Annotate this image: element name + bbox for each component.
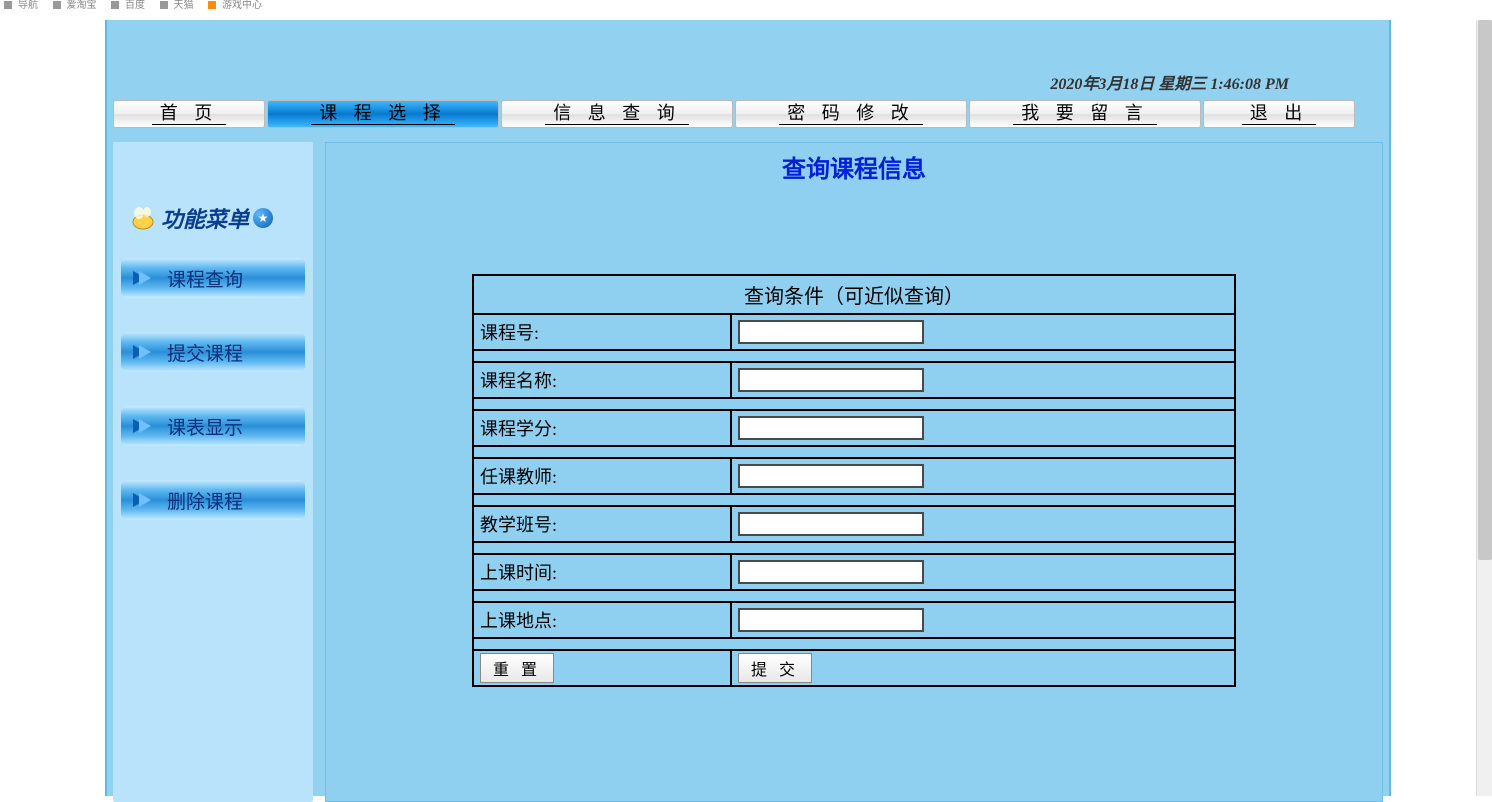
scrollbar[interactable] <box>1476 20 1492 796</box>
arrow-icon <box>131 269 153 287</box>
sidebar-item-label: 删除课程 <box>167 487 243 514</box>
input-course-credit[interactable] <box>738 416 924 440</box>
label-course-no: 课程号: <box>473 314 731 350</box>
header: 2020年3月18日 星期三 1:46:08 PM <box>107 20 1389 100</box>
input-time[interactable] <box>738 560 924 584</box>
label-time: 上课时间: <box>473 554 731 590</box>
label-class-no: 教学班号: <box>473 506 731 542</box>
arrow-icon <box>131 491 153 509</box>
sidebar-item-submit-course[interactable]: 提交课程 <box>121 332 305 372</box>
form-header: 查询条件（可近似查询） <box>473 275 1235 314</box>
label-course-credit: 课程学分: <box>473 410 731 446</box>
label-teacher: 任课教师: <box>473 458 731 494</box>
label-course-name: 课程名称: <box>473 362 731 398</box>
nav-exit[interactable]: 退 出 <box>1203 100 1355 128</box>
sidebar-item-timetable[interactable]: 课表显示 <box>121 406 305 446</box>
main-panel: 查询课程信息 查询条件（可近似查询） 课程号: 课程名称: <box>325 142 1383 802</box>
nav-message[interactable]: 我 要 留 言 <box>969 100 1201 128</box>
input-course-name[interactable] <box>738 368 924 392</box>
page-title: 查询课程信息 <box>326 149 1382 184</box>
sidebar-item-label: 课程查询 <box>167 265 243 292</box>
nav-password-change[interactable]: 密 码 修 改 <box>735 100 967 128</box>
nav-bar: 首 页 课 程 选 择 信 息 查 询 密 码 修 改 我 要 留 言 退 出 <box>107 100 1389 128</box>
nav-info-query[interactable]: 信 息 查 询 <box>501 100 733 128</box>
input-course-no[interactable] <box>738 320 924 344</box>
sidebar: 功能菜单 ★ 课程查询 提交课程 <box>113 142 313 802</box>
arrow-icon <box>131 343 153 361</box>
submit-button[interactable]: 提 交 <box>738 653 812 683</box>
input-place[interactable] <box>738 608 924 632</box>
input-class-no[interactable] <box>738 512 924 536</box>
datetime: 2020年3月18日 星期三 1:46:08 PM <box>1050 70 1289 94</box>
bee-icon <box>125 204 157 232</box>
input-teacher[interactable] <box>738 464 924 488</box>
sidebar-item-course-query[interactable]: 课程查询 <box>121 258 305 298</box>
sidebar-item-label: 提交课程 <box>167 339 243 366</box>
query-form: 查询条件（可近似查询） 课程号: 课程名称: 课程学分: <box>472 274 1236 687</box>
sidebar-title: 功能菜单 ★ <box>121 202 305 234</box>
nav-course-select[interactable]: 课 程 选 择 <box>267 100 499 128</box>
sidebar-item-delete-course[interactable]: 删除课程 <box>121 480 305 520</box>
label-place: 上课地点: <box>473 602 731 638</box>
scrollbar-thumb[interactable] <box>1478 20 1492 560</box>
arrow-icon <box>131 417 153 435</box>
nav-home[interactable]: 首 页 <box>113 100 265 128</box>
sidebar-item-label: 课表显示 <box>167 413 243 440</box>
star-icon: ★ <box>253 208 273 228</box>
bookmark-bar: 导航 爱淘宝 百度 天猫 游戏中心 <box>0 0 1492 10</box>
reset-button[interactable]: 重 置 <box>480 653 554 683</box>
